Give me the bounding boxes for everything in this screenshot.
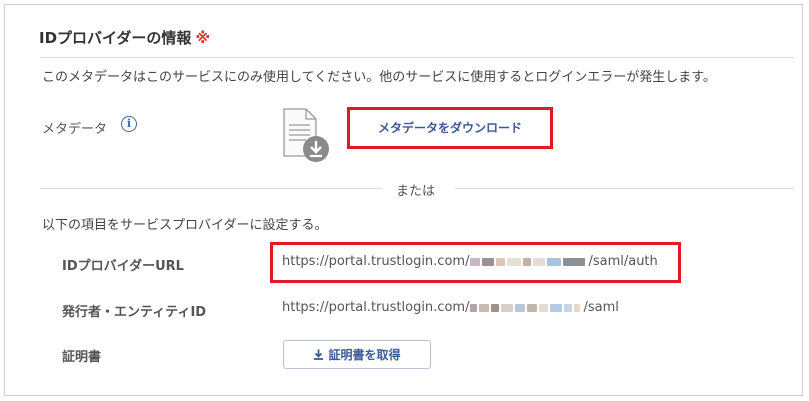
idp-info-panel xyxy=(4,4,803,396)
redacted-id xyxy=(470,255,587,269)
idp-url-suffix: /saml/auth xyxy=(588,254,658,269)
required-mark: ※ xyxy=(195,29,211,47)
title-divider xyxy=(40,57,794,58)
file-download-icon xyxy=(283,108,329,162)
issuer-label: 発行者・エンティティID xyxy=(62,305,207,320)
certificate-label: 証明書 xyxy=(62,350,102,365)
issuer-value: https://portal.trustlogin.com/ /saml xyxy=(282,300,619,315)
section-title-text: IDプロバイダーの情報 xyxy=(39,29,192,47)
get-certificate-button[interactable]: 証明書を取得 xyxy=(283,340,431,369)
info-icon[interactable]: i xyxy=(121,116,137,132)
redacted-id xyxy=(470,301,582,315)
issuer-suffix: /saml xyxy=(583,300,619,315)
download-metadata-button[interactable]: メタデータをダウンロード xyxy=(353,112,547,143)
download-icon xyxy=(314,349,324,360)
idp-url-prefix: https://portal.trustlogin.com/ xyxy=(282,254,470,269)
divider-right xyxy=(455,188,794,189)
idp-url-value: https://portal.trustlogin.com/ /saml/aut… xyxy=(282,254,658,269)
usage-notice: このメタデータはこのサービスにのみ使用してください。他のサービスに使用するとログ… xyxy=(42,70,716,85)
get-certificate-label: 証明書を取得 xyxy=(328,348,401,362)
idp-url-label: IDプロバイダーURL xyxy=(62,259,184,274)
divider-left xyxy=(40,188,382,189)
issuer-prefix: https://portal.trustlogin.com/ xyxy=(282,300,470,315)
settings-description: 以下の項目をサービスプロバイダーに設定する。 xyxy=(42,218,328,233)
section-title: IDプロバイダーの情報 ※ xyxy=(39,27,210,48)
or-text: または xyxy=(396,184,436,199)
metadata-label: メタデータ xyxy=(42,122,108,137)
